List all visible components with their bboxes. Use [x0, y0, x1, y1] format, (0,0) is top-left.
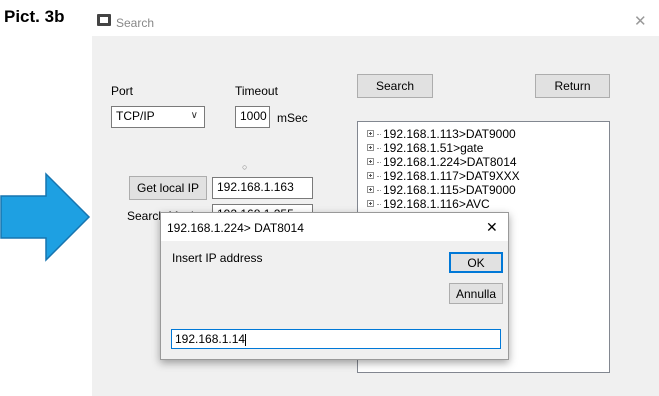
title-bar: Search ✕ [92, 4, 659, 36]
port-select[interactable]: TCP/IP ∨ [111, 106, 205, 128]
dialog-title: 192.168.1.224> DAT8014 [167, 221, 304, 235]
separator-dot: ○ [242, 162, 248, 172]
tree-item[interactable]: 192.168.1.117>DAT9XXX [367, 169, 520, 183]
timeout-input[interactable]: 1000 [235, 106, 270, 128]
ok-button[interactable]: OK [449, 252, 503, 273]
search-button[interactable]: Search [357, 74, 433, 98]
return-button[interactable]: Return [535, 74, 610, 98]
tree-item[interactable]: 192.168.1.115>DAT9000 [367, 183, 516, 197]
timeout-label: Timeout [235, 84, 278, 98]
cancel-button[interactable]: Annulla [449, 283, 503, 304]
dialog-prompt: Insert IP address [172, 251, 263, 265]
get-local-ip-button[interactable]: Get local IP [129, 176, 207, 200]
right-arrow-icon [0, 172, 91, 262]
expand-icon[interactable] [367, 158, 374, 166]
ip-address-value: 192.168.1.14 [175, 332, 246, 346]
tree-item[interactable]: 192.168.1.51>gate [367, 141, 483, 155]
tree-item[interactable]: 192.168.1.224>DAT8014 [367, 155, 517, 169]
expand-icon[interactable] [367, 172, 374, 180]
timeout-unit: mSec [277, 111, 308, 125]
expand-icon[interactable] [367, 144, 374, 152]
text-caret [245, 333, 247, 346]
tree-item[interactable]: 192.168.1.113>DAT9000 [367, 127, 516, 141]
dialog-title-bar: 192.168.1.224> DAT8014 ✕ [161, 213, 508, 241]
window-title: Search [116, 16, 155, 30]
expand-icon[interactable] [367, 186, 374, 194]
port-label: Port [111, 84, 134, 98]
local-ip-field[interactable]: 192.168.1.163 [212, 177, 313, 199]
port-select-value: TCP/IP [116, 109, 155, 123]
expand-icon[interactable] [367, 200, 374, 208]
dialog-close-icon[interactable]: ✕ [486, 219, 498, 236]
figure-caption: Pict. 3b [4, 7, 65, 26]
ip-address-input[interactable]: 192.168.1.14 [171, 329, 501, 349]
tree-item[interactable]: 192.168.1.116>AVC [367, 197, 490, 211]
close-icon[interactable]: ✕ [634, 12, 647, 30]
expand-icon[interactable] [367, 130, 374, 138]
app-window-icon [97, 14, 111, 26]
chevron-down-icon: ∨ [190, 110, 198, 121]
ip-input-dialog: 192.168.1.224> DAT8014 ✕ Insert IP addre… [160, 212, 509, 360]
